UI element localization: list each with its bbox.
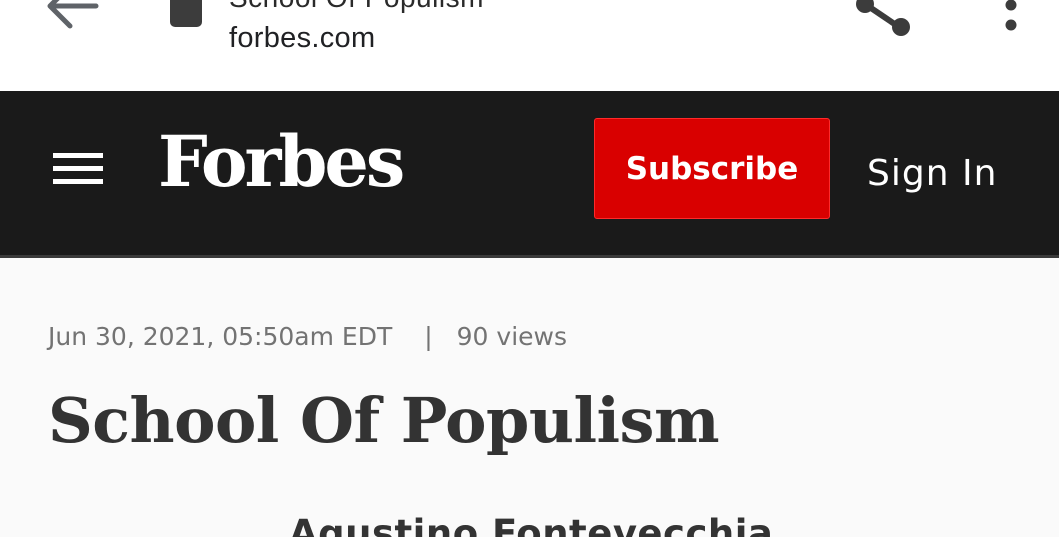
hamburger-menu-icon[interactable] (53, 153, 103, 187)
view-count: 90 views (456, 322, 568, 351)
publish-date: Jun 30, 2021, 05:50am EDT (48, 322, 393, 351)
url-domain[interactable]: forbes.com (229, 22, 375, 55)
more-menu-button[interactable] (995, 0, 1025, 36)
meta-separator: | (424, 322, 433, 351)
lock-icon (170, 0, 202, 27)
more-vertical-icon (1005, 0, 1017, 31)
article-title: School Of Populism (48, 384, 720, 457)
article-meta: Jun 30, 2021, 05:50am EDT | 90 views (48, 322, 567, 351)
sign-in-link[interactable]: Sign In (867, 153, 997, 194)
browser-toolbar: School Of Populism forbes.com (0, 0, 1059, 91)
tab-title: School Of Populism (229, 0, 484, 14)
site-header: Forbes Subscribe Sign In (0, 91, 1059, 258)
back-button[interactable] (44, 0, 102, 36)
author-name[interactable]: Agustino Fontevecchia (289, 512, 773, 537)
share-icon (856, 0, 910, 36)
arrow-left-icon (47, 0, 99, 29)
subscribe-button[interactable]: Subscribe (594, 118, 830, 219)
share-button[interactable] (851, 0, 915, 40)
forbes-logo[interactable]: Forbes (158, 127, 405, 197)
